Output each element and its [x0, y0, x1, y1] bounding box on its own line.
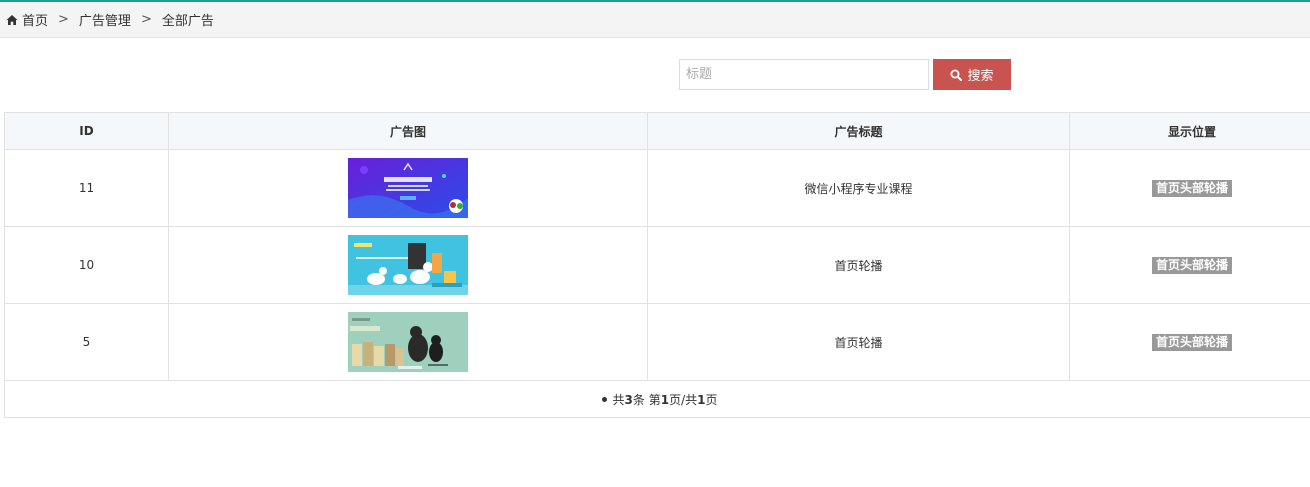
- breadcrumb-all-ads: 全部广告: [161, 14, 214, 29]
- home-icon: [6, 14, 18, 25]
- cell-id: 5: [4, 303, 169, 381]
- ad-thumbnail-image[interactable]: [348, 312, 468, 372]
- pagination-cell: 共3条 第1页/共1页: [4, 380, 1310, 418]
- cell-image: [168, 303, 648, 381]
- search-button[interactable]: 搜索: [933, 59, 1011, 90]
- position-badge: 首页头部轮播: [1151, 179, 1232, 197]
- pagination-info: 共3条 第1页/共1页: [601, 391, 718, 408]
- cell-position: 首页头部轮播: [1069, 303, 1310, 381]
- cell-position: 首页头部轮播: [1069, 149, 1310, 227]
- pagination-suffix: 页: [705, 392, 718, 407]
- search-input[interactable]: [679, 59, 929, 90]
- pagination-current-page: 1: [660, 392, 670, 407]
- breadcrumb-separator: >: [140, 12, 152, 27]
- cell-title: 微信小程序专业课程: [647, 149, 1070, 227]
- cell-id: 11: [4, 149, 169, 227]
- breadcrumb-separator: >: [58, 12, 69, 27]
- cell-position: 首页头部轮播: [1069, 226, 1310, 304]
- bullet-icon: [601, 396, 607, 402]
- pagination-prefix: 共: [612, 392, 625, 407]
- search-button-label: 搜索: [967, 69, 994, 84]
- search-icon: [950, 69, 963, 81]
- cell-title: 首页轮播: [647, 226, 1070, 304]
- ad-thumbnail-image[interactable]: [348, 158, 468, 218]
- ad-thumbnail-image[interactable]: [348, 235, 468, 295]
- pagination-total: 3: [624, 392, 633, 407]
- table-row: 10 首页轮播 首页头部轮播: [4, 226, 1310, 304]
- column-header-id: ID: [4, 112, 169, 150]
- pagination-text: 共3条 第1页/共1页: [613, 391, 718, 408]
- column-header-title: 广告标题: [647, 112, 1070, 150]
- position-badge: 首页头部轮播: [1151, 333, 1232, 351]
- table-header-row: ID 广告图 广告标题 显示位置: [4, 112, 1310, 150]
- position-badge: 首页头部轮播: [1151, 256, 1232, 274]
- pagination-row: 共3条 第1页/共1页: [4, 380, 1310, 418]
- column-header-position: 显示位置: [1069, 112, 1310, 150]
- cell-id: 10: [4, 226, 169, 304]
- cell-image: [168, 149, 648, 227]
- table-row: 5 首页轮播 首页头部轮播: [4, 303, 1310, 381]
- cell-image: [168, 226, 648, 304]
- pagination-mid: 页/共: [669, 392, 698, 407]
- ads-table: ID 广告图 广告标题 显示位置 11 微信小程序专业课程 首页头部轮播 10 …: [4, 112, 1310, 418]
- table-row: 11 微信小程序专业课程 首页头部轮播: [4, 149, 1310, 227]
- pagination-unit: 条 第: [632, 392, 661, 407]
- column-header-image: 广告图: [168, 112, 648, 150]
- breadcrumb-home[interactable]: 首页: [22, 10, 48, 29]
- cell-title: 首页轮播: [647, 303, 1070, 381]
- breadcrumb-ad-management[interactable]: 广告管理: [79, 10, 131, 29]
- breadcrumb: 首页 > 广告管理 > 全部广告: [0, 2, 1310, 38]
